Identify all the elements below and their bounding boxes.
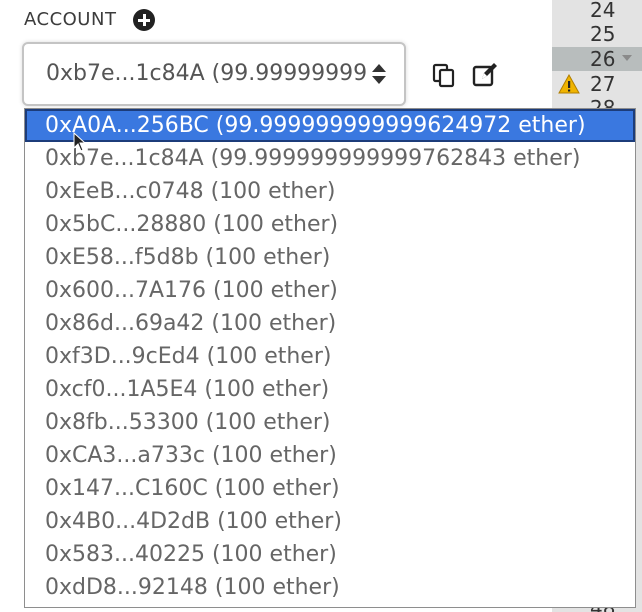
dropdown-option[interactable]: 0xcf0...1A5E4 (100 ether) <box>25 373 635 406</box>
line-number: 24 <box>590 0 616 22</box>
account-dropdown-list[interactable]: 0xA0A...256BC (99.999999999999624972 eth… <box>24 108 636 608</box>
dropdown-option[interactable]: 0xEeB...c0748 (100 ether) <box>25 175 635 208</box>
dropdown-option[interactable]: 0xCA3...a733c (100 ether) <box>25 439 635 472</box>
run-panel: 24 25 26 27 28 48 ACCOUNT 0xb7e...1c84A … <box>0 0 642 612</box>
plus-circle-icon[interactable] <box>133 9 155 31</box>
dropdown-option[interactable]: 0x4B0...4D2dB (100 ether) <box>25 505 635 538</box>
gutter-line-active[interactable]: 26 <box>552 47 642 71</box>
dropdown-option[interactable]: 0xdD8...92148 (100 ether) <box>25 571 635 604</box>
line-number: 26 <box>590 47 616 71</box>
dropdown-option[interactable]: 0x86d...69a42 (100 ether) <box>25 307 635 340</box>
account-select-value: 0xb7e...1c84A (99.999999999999762843 eth… <box>46 61 368 86</box>
select-arrows-icon <box>372 64 386 88</box>
copy-icon[interactable] <box>431 62 457 88</box>
line-number: 25 <box>590 22 616 46</box>
dropdown-option-selected[interactable]: 0xA0A...256BC (99.999999999999624972 eth… <box>25 109 635 142</box>
dropdown-option[interactable]: 0x600...7A176 (100 ether) <box>25 274 635 307</box>
dropdown-option[interactable]: 0xE58...f5d8b (100 ether) <box>25 241 635 274</box>
dropdown-option[interactable]: 0x583...40225 (100 ether) <box>25 538 635 571</box>
line-number: 27 <box>590 72 616 96</box>
dropdown-option[interactable]: 0xf3D...9cEd4 (100 ether) <box>25 340 635 373</box>
gutter-line: 24 <box>552 0 642 22</box>
mouse-pointer-icon <box>73 132 87 152</box>
fold-arrow-icon[interactable] <box>622 55 632 61</box>
warning-icon[interactable] <box>558 74 580 94</box>
dropdown-option[interactable]: 0x5bC...28880 (100 ether) <box>25 208 635 241</box>
gutter-line-warning: 27 <box>552 72 642 96</box>
gutter-line: 25 <box>552 22 642 46</box>
dropdown-option[interactable]: 0x147...C160C (100 ether) <box>25 472 635 505</box>
edit-icon[interactable] <box>472 62 498 88</box>
dropdown-option[interactable]: 0xb7e...1c84A (99.999999999999762843 eth… <box>25 142 635 175</box>
account-label: ACCOUNT <box>24 9 117 30</box>
dropdown-option[interactable]: 0x8fb...53300 (100 ether) <box>25 406 635 439</box>
account-select[interactable]: 0xb7e...1c84A (99.999999999999762843 eth… <box>22 42 406 106</box>
